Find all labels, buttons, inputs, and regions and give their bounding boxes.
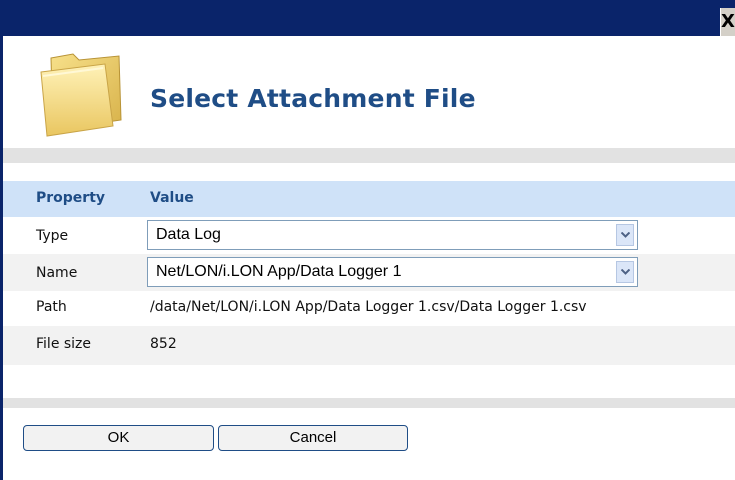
- folder-icon: [33, 48, 128, 138]
- dialog-header: Select Attachment File: [3, 36, 735, 148]
- column-header-property: Property: [36, 190, 106, 206]
- title-bar: X: [3, 0, 735, 36]
- name-select-value: Net/LON/i.LON App/Data Logger 1: [156, 263, 402, 280]
- file-size-value: 852: [150, 336, 177, 352]
- table-row-file-size: File size 852: [3, 326, 735, 365]
- top-separator: [3, 148, 735, 163]
- ok-button[interactable]: OK: [23, 425, 214, 451]
- path-value: /data/Net/LON/i.LON App/Data Logger 1.cs…: [150, 299, 587, 315]
- type-select[interactable]: Data Log: [147, 220, 638, 250]
- table-row-type: Type Data Log: [3, 217, 735, 254]
- chevron-down-icon[interactable]: [616, 261, 634, 283]
- table-header: Property Value: [3, 181, 735, 217]
- name-select[interactable]: Net/LON/i.LON App/Data Logger 1: [147, 257, 638, 287]
- bottom-separator: [3, 398, 735, 408]
- dialog-title: Select Attachment File: [150, 84, 476, 113]
- table-row-path: Path /data/Net/LON/i.LON App/Data Logger…: [3, 291, 735, 326]
- type-label: Type: [36, 228, 69, 244]
- select-attachment-dialog: X Select Attachment File Property Value …: [0, 0, 735, 480]
- table-row-name: Name Net/LON/i.LON App/Data Logger 1: [3, 254, 735, 291]
- close-button[interactable]: X: [720, 8, 735, 36]
- type-select-value: Data Log: [156, 226, 221, 243]
- chevron-down-icon[interactable]: [616, 224, 634, 246]
- name-label: Name: [36, 265, 78, 281]
- properties-table: Property Value Type Data Log Name Net/LO…: [3, 181, 735, 365]
- path-label: Path: [36, 299, 67, 315]
- column-header-value: Value: [150, 190, 194, 206]
- cancel-button[interactable]: Cancel: [218, 425, 408, 451]
- file-size-label: File size: [36, 336, 92, 352]
